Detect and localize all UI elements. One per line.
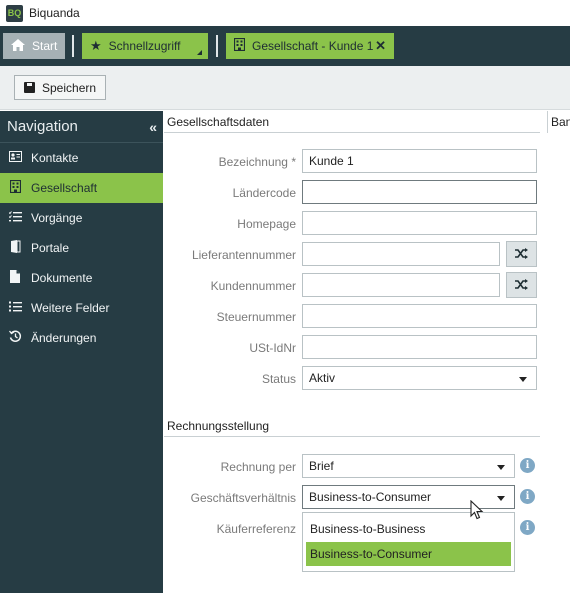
- tab-gesellschaft-kunde[interactable]: Gesellschaft - Kunde 1 ✕: [226, 33, 394, 59]
- label-bezeichnung: Bezeichnung *: [219, 155, 296, 169]
- geschaeftsverhaeltnis-dropdown-list: Business-to-Business Business-to-Consume…: [302, 512, 515, 572]
- label-status: Status: [261, 372, 296, 386]
- dropdown-option-business-to-business[interactable]: Business-to-Business: [306, 517, 511, 541]
- sidebar-item-label: Änderungen: [31, 331, 97, 345]
- building-icon: [233, 37, 246, 54]
- tab-start[interactable]: Start: [3, 33, 65, 59]
- save-button-label: Speichern: [42, 80, 97, 95]
- rechnung-per-select[interactable]: Brief: [302, 454, 515, 478]
- label-ust-idnr: USt-IdNr: [249, 341, 296, 355]
- sidebar-item-label: Portale: [31, 241, 70, 255]
- tab-gesellschaft-label: Gesellschaft - Kunde 1: [252, 39, 374, 53]
- lieferantennummer-field[interactable]: [302, 242, 500, 266]
- sidebar-item-gesellschaft[interactable]: Gesellschaft: [0, 173, 163, 203]
- section-title-gesellschaftsdaten: Gesellschaftsdaten: [164, 111, 540, 133]
- door-icon: [7, 240, 23, 256]
- sidebar-item-aenderungen[interactable]: Änderungen: [0, 323, 163, 353]
- side-panel-title: Ban: [547, 111, 570, 133]
- app-title: Biquanda: [29, 6, 80, 20]
- ust-idnr-field[interactable]: [302, 335, 537, 359]
- sidebar-item-label: Vorgänge: [31, 211, 83, 225]
- star-icon: ★: [90, 38, 102, 53]
- required-mark: *: [291, 155, 296, 169]
- home-icon: [11, 38, 25, 54]
- title-bar: BQ Biquanda: [0, 0, 570, 26]
- label-kaeuferreferenz: Käuferreferenz: [216, 522, 296, 536]
- generate-lieferantennummer-button[interactable]: [506, 241, 537, 267]
- collapse-icon[interactable]: «: [149, 119, 157, 135]
- label-lieferantennummer: Lieferantennummer: [191, 248, 296, 262]
- label-laendercode: Ländercode: [232, 186, 296, 200]
- info-icon[interactable]: i: [520, 489, 535, 504]
- label-homepage: Homepage: [237, 217, 296, 231]
- label-steuernummer: Steuernummer: [216, 310, 296, 324]
- sidebar-item-weitere-felder[interactable]: Weitere Felder: [0, 293, 163, 323]
- info-icon[interactable]: i: [520, 520, 535, 535]
- history-icon: [7, 330, 23, 346]
- info-icon[interactable]: i: [520, 458, 535, 473]
- dropdown-corner-icon: [197, 50, 202, 55]
- label-bezeichnung-text: Bezeichnung: [218, 155, 288, 169]
- dropdown-option-business-to-consumer[interactable]: Business-to-Consumer: [306, 542, 511, 566]
- section-title-rechnungsstellung: Rechnungsstellung: [164, 415, 540, 437]
- sidebar-item-label: Kontakte: [31, 151, 79, 165]
- tab-bar: Start ★ Schnellzugriff Gesellschaft - Ku…: [0, 26, 570, 66]
- sidebar-item-label: Dokumente: [31, 271, 93, 285]
- contact-card-icon: [7, 151, 23, 165]
- shuffle-icon: [515, 278, 528, 293]
- navigation-header: Navigation «: [0, 111, 163, 143]
- shuffle-icon: [515, 247, 528, 262]
- navigation-title: Navigation: [7, 118, 78, 135]
- label-rechnung-per: Rechnung per: [220, 460, 296, 474]
- navigation-sidebar: Navigation « Kontakte Gesellschaft Vorgä…: [0, 111, 163, 593]
- steuernummer-field[interactable]: [302, 304, 537, 328]
- tab-start-label: Start: [32, 39, 58, 53]
- main-content: Gesellschaftsdaten Ban Bezeichnung * Kun…: [164, 111, 570, 593]
- tab-separator: [72, 35, 74, 57]
- laendercode-field[interactable]: [302, 180, 537, 204]
- label-geschaeftsverhaeltnis: Geschäftsverhältnis: [190, 491, 296, 505]
- sidebar-item-portale[interactable]: Portale: [0, 233, 163, 263]
- tab-schnellzugriff-label: Schnellzugriff: [108, 39, 181, 53]
- list-icon: [7, 301, 23, 315]
- sidebar-item-label: Gesellschaft: [31, 181, 98, 195]
- sidebar-item-vorgaenge[interactable]: Vorgänge: [0, 203, 163, 233]
- label-kundennummer: Kundennummer: [210, 279, 296, 293]
- sidebar-item-dokumente[interactable]: Dokumente: [0, 263, 163, 293]
- close-icon[interactable]: ✕: [375, 38, 386, 54]
- kundennummer-field[interactable]: [302, 273, 500, 297]
- bezeichnung-field[interactable]: Kunde 1: [302, 149, 537, 173]
- status-select[interactable]: Aktiv: [302, 366, 537, 390]
- building-icon: [7, 179, 23, 196]
- list-check-icon: [7, 211, 23, 225]
- homepage-field[interactable]: [302, 211, 537, 235]
- document-icon: [7, 270, 23, 286]
- tab-schnellzugriff[interactable]: ★ Schnellzugriff: [82, 33, 208, 59]
- generate-kundennummer-button[interactable]: [506, 272, 537, 298]
- sidebar-item-label: Weitere Felder: [31, 301, 110, 315]
- save-button[interactable]: Speichern: [14, 75, 106, 100]
- app-logo: BQ: [6, 4, 23, 22]
- sidebar-item-kontakte[interactable]: Kontakte: [0, 143, 163, 173]
- save-icon: [24, 82, 35, 93]
- tab-separator: [216, 35, 218, 57]
- toolbar: Speichern: [0, 66, 570, 110]
